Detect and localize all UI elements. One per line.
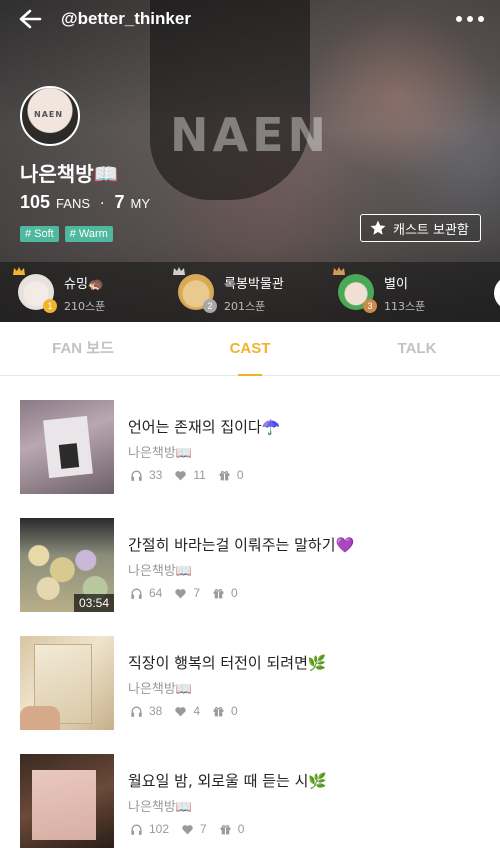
ranking-avatar-1: 1 [13, 267, 57, 313]
tab-talk[interactable]: TALK [334, 322, 500, 376]
fans-count[interactable]: 105 [20, 192, 50, 213]
cast-title: 언어는 존재의 집이다☂️ [128, 418, 281, 436]
rank-badge: 3 [363, 299, 377, 313]
cast-item[interactable]: 직장이 행복의 터전이 되려면🌿 나은책방📖 38 4 0 [0, 612, 500, 730]
gift-count: 0 [231, 586, 238, 600]
listen-count: 38 [149, 704, 163, 718]
ranking-item-1[interactable]: 1 슈밍🦔 210스푼 [13, 267, 106, 316]
tab-cast-label: CAST [229, 340, 271, 357]
fan-ranking: 1 슈밍🦔 210스푼 2 록봉박물관 201스푼 3 별이 113스푼 [0, 262, 500, 322]
heart-icon [175, 706, 187, 716]
profile-handle: @better_thinker [61, 9, 191, 28]
cast-thumbnail [20, 754, 114, 848]
ranking-spoon-count: 201스푼 [224, 300, 266, 313]
headphones-icon [131, 588, 142, 599]
ranking-name: 슈밍🦔 [64, 277, 105, 292]
like-count: 7 [193, 586, 201, 600]
ranking-item-2[interactable]: 2 록봉박물관 201스푼 [173, 267, 284, 316]
cast-duration: 03:54 [73, 594, 114, 612]
cast-archive-button[interactable]: 캐스트 보관함 [360, 214, 481, 242]
cast-thumbnail: 03:54 [20, 518, 114, 612]
gift-icon [219, 470, 230, 480]
cast-title: 간절히 바라는걸 이뤄주는 말하기💜 [128, 536, 355, 554]
crown-icon [13, 267, 25, 275]
cast-item[interactable]: 03:54 간절히 바라는걸 이뤄주는 말하기💜 나은책방📖 64 7 0 [0, 494, 500, 612]
fans-label[interactable]: FANS [56, 196, 90, 211]
cast-author: 나은책방📖 [128, 682, 193, 697]
cast-title: 직장이 행복의 터전이 되려면🌿 [128, 654, 327, 672]
gift-count: 0 [237, 822, 245, 836]
heart-icon [175, 470, 187, 480]
tag-list: # Soft # Warm [20, 226, 113, 242]
gift-icon [220, 824, 231, 834]
tag-soft[interactable]: # Soft [20, 226, 59, 242]
ranking-avatar-2: 2 [173, 267, 217, 313]
ranking-avatar-3: 3 [333, 267, 377, 313]
like-count: 4 [193, 704, 201, 718]
cast-item[interactable]: 언어는 존재의 집이다☂️ 나은책방📖 33 11 0 [0, 376, 500, 494]
ranking-name: 별이 [384, 277, 408, 292]
avatar[interactable]: NAEN [20, 86, 80, 146]
cast-author: 나은책방📖 [128, 446, 193, 461]
more-dots-icon[interactable] [456, 16, 484, 22]
headphones-icon [131, 470, 142, 481]
headphones-icon [131, 706, 142, 717]
headphones-icon [131, 824, 142, 835]
profile-header: NAEN @better_thinker NAEN 나은책방📖 105 FANS… [0, 0, 500, 322]
listen-count: 64 [149, 586, 163, 600]
cast-author: 나은책방📖 [128, 800, 193, 815]
gift-icon [213, 706, 224, 716]
like-count: 11 [193, 468, 206, 482]
avatar-logo-text: NAEN [34, 110, 64, 119]
top-bar: @better_thinker [0, 0, 500, 40]
ranking-spoon-count: 113스푼 [384, 300, 426, 313]
cast-stats: 102 7 0 [130, 822, 256, 836]
stats-separator: · [100, 196, 105, 212]
rank-badge: 2 [203, 299, 217, 313]
ranking-spoon-count: 210스푼 [64, 300, 106, 313]
ranking-name: 록봉박물관 [224, 277, 284, 292]
rank-badge: 1 [43, 299, 57, 313]
gift-count: 0 [231, 704, 238, 718]
my-label[interactable]: MY [130, 196, 150, 211]
crown-icon [333, 267, 345, 275]
my-count[interactable]: 7 [114, 192, 124, 213]
cast-stats: 38 4 0 [130, 704, 250, 718]
cast-archive-label: 캐스트 보관함 [393, 222, 469, 238]
ranking-item-3[interactable]: 3 별이 113스푼 [333, 267, 426, 316]
listen-count: 102 [149, 822, 170, 836]
heart-icon [175, 588, 187, 598]
crown-icon [173, 267, 185, 275]
profile-stats: 105 FANS · 7 MY [20, 192, 150, 213]
cast-title: 월요일 밤, 외로울 때 듣는 시🌿 [128, 772, 328, 790]
cover-watermark: NAEN [170, 108, 331, 162]
star-icon [370, 220, 386, 235]
profile-name: 나은책방📖 [20, 162, 119, 186]
profile-tabs: FAN 보드 CAST TALK [0, 322, 500, 376]
gift-icon [213, 588, 224, 598]
like-count: 7 [200, 822, 207, 836]
tag-warm[interactable]: # Warm [64, 226, 113, 242]
tab-fan-board[interactable]: FAN 보드 [0, 322, 166, 376]
cast-stats: 33 11 0 [130, 468, 256, 482]
heart-icon [182, 824, 193, 834]
cast-author: 나은책방📖 [128, 564, 193, 579]
cast-thumbnail [20, 636, 114, 730]
gift-count: 0 [236, 468, 244, 482]
tab-cast[interactable]: CAST [167, 322, 333, 376]
listen-count: 33 [149, 468, 163, 482]
arrow-left-icon[interactable] [18, 8, 42, 30]
cast-thumbnail [20, 400, 114, 494]
cast-stats: 64 7 0 [130, 586, 250, 600]
ranking-more-avatar[interactable] [494, 276, 500, 310]
cast-item[interactable]: 월요일 밤, 외로울 때 듣는 시🌿 나은책방📖 102 7 0 [0, 730, 500, 848]
